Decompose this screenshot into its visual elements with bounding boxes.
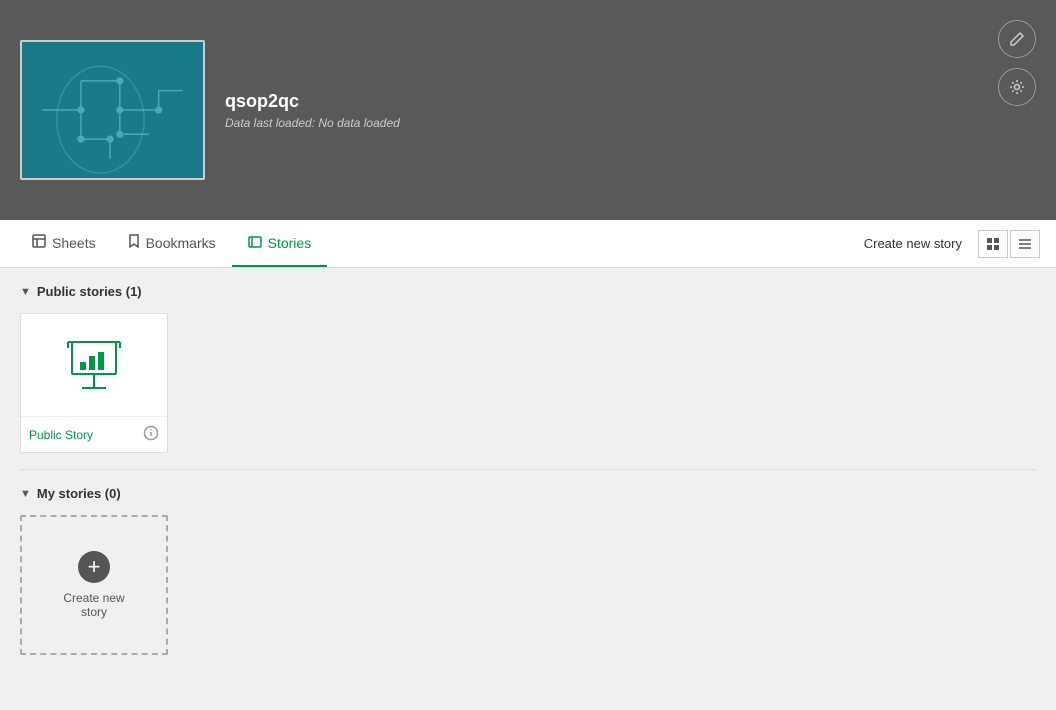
- tab-stories-label: Stories: [268, 235, 312, 251]
- settings-button[interactable]: [998, 68, 1036, 106]
- list-icon: [1018, 238, 1032, 250]
- my-stories-chevron: ▼: [20, 488, 31, 500]
- create-plus-icon: +: [78, 551, 110, 583]
- tab-sheets[interactable]: Sheets: [16, 220, 112, 267]
- info-icon[interactable]: [143, 425, 159, 444]
- my-stories-header[interactable]: ▼ My stories (0): [20, 486, 1036, 501]
- bookmarks-icon: [128, 234, 140, 251]
- story-card-title: Public Story: [29, 428, 93, 442]
- stories-icon: [248, 235, 262, 251]
- app-title: qsop2qc: [225, 91, 400, 112]
- section-divider: [20, 469, 1036, 470]
- edit-button[interactable]: [998, 20, 1036, 58]
- create-story-label: Create newstory: [63, 591, 124, 619]
- nav-right: Create new story: [856, 230, 1040, 258]
- my-stories-grid: + Create newstory: [20, 515, 1036, 655]
- app-header: qsop2qc Data last loaded: No data loaded: [0, 0, 1056, 220]
- content-area: ▼ Public stories (1): [0, 268, 1056, 710]
- view-toggle: [978, 230, 1040, 258]
- tab-bookmarks[interactable]: Bookmarks: [112, 220, 232, 267]
- create-new-story-card[interactable]: + Create newstory: [20, 515, 168, 655]
- grid-icon: [986, 237, 1000, 251]
- gear-icon: [1009, 79, 1025, 95]
- public-stories-grid: Public Story: [20, 313, 1036, 453]
- nav-bar: Sheets Bookmarks Stories Create new stor…: [0, 220, 1056, 268]
- header-actions: [998, 20, 1036, 106]
- story-card-thumbnail: [21, 314, 167, 416]
- sheets-icon: [32, 234, 46, 251]
- presentation-icon: [64, 338, 124, 393]
- nav-tabs: Sheets Bookmarks Stories: [16, 220, 327, 267]
- story-card-footer: Public Story: [21, 416, 167, 452]
- app-thumbnail: [20, 40, 205, 180]
- create-story-nav-button[interactable]: Create new story: [856, 232, 970, 255]
- grid-view-button[interactable]: [978, 230, 1008, 258]
- tab-bookmarks-label: Bookmarks: [146, 235, 216, 251]
- list-view-button[interactable]: [1010, 230, 1040, 258]
- app-subtitle: Data last loaded: No data loaded: [225, 116, 400, 130]
- public-stories-label: Public stories (1): [37, 284, 142, 299]
- app-info: qsop2qc Data last loaded: No data loaded: [225, 91, 400, 130]
- story-card-public[interactable]: Public Story: [20, 313, 168, 453]
- tab-sheets-label: Sheets: [52, 235, 96, 251]
- tab-stories[interactable]: Stories: [232, 220, 328, 267]
- public-stories-header[interactable]: ▼ Public stories (1): [20, 284, 1036, 299]
- edit-icon: [1009, 31, 1025, 47]
- my-stories-label: My stories (0): [37, 486, 121, 501]
- public-stories-chevron: ▼: [20, 286, 31, 298]
